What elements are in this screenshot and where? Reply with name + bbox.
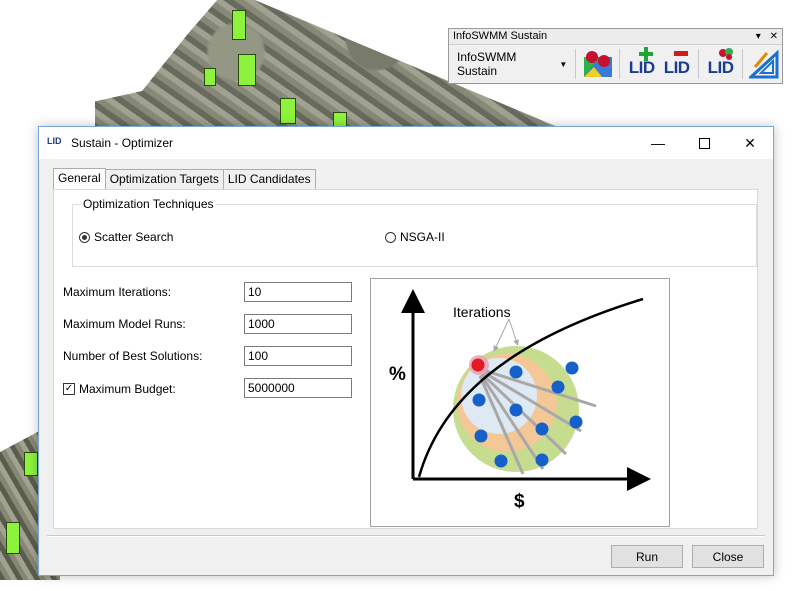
iterations-label: Iterations (453, 304, 511, 320)
max-iterations-label: Maximum Iterations: (63, 285, 172, 299)
minus-icon (674, 51, 689, 56)
dialog-titlebar[interactable]: LID Sustain - Optimizer — ✕ (39, 127, 773, 159)
toolbar-separator (619, 49, 621, 79)
remove-lid-button[interactable]: LID (659, 47, 694, 81)
dialog-title: Sustain - Optimizer (71, 136, 174, 150)
radio-indicator (79, 231, 90, 243)
iterations-pointer (493, 318, 510, 352)
max-model-runs-label: Maximum Model Runs: (63, 317, 186, 331)
general-tab-panel: Optimization Techniques Scatter Search N… (53, 189, 758, 529)
tab-optimization-targets[interactable]: Optimization Targets (104, 169, 224, 189)
chevron-down-icon: ▼ (559, 59, 568, 69)
pareto-illustration-svg: Iterations % $ (389, 289, 651, 512)
max-budget-label: Maximum Budget: (79, 382, 176, 396)
lid-app-icon: LID (47, 136, 62, 146)
plus-icon (639, 47, 654, 61)
lid-pins-icon (719, 48, 734, 60)
close-button[interactable]: Close (692, 545, 764, 568)
building-marker (280, 98, 296, 124)
remove-lid-label: LID (663, 58, 690, 77)
radio-label: NSGA-II (400, 230, 445, 244)
building-marker (238, 54, 256, 86)
max-budget-checkbox-row: ✓ Maximum Budget: (63, 382, 176, 396)
optimizer-dialog: LID Sustain - Optimizer — ✕ General Opti… (38, 126, 774, 576)
scatter-search-radio[interactable]: Scatter Search (79, 230, 173, 244)
tab-lid-candidates[interactable]: LID Candidates (222, 169, 316, 189)
radio-label: Scatter Search (94, 230, 174, 244)
map-pin-tool-button[interactable] (580, 47, 615, 81)
lid-optimizer-button[interactable]: LID (703, 47, 738, 81)
building-marker (6, 522, 20, 554)
close-window-button[interactable]: ✕ (727, 127, 773, 159)
maximize-icon (698, 137, 710, 149)
toolbar-window-controls: ▾ ✕ (756, 29, 778, 44)
best-solution-point (471, 358, 485, 372)
optimization-illustration: Iterations % $ (370, 278, 670, 527)
num-best-solutions-input[interactable]: 100 (244, 346, 352, 366)
toolbar-title: InfoSWMM Sustain (453, 30, 548, 42)
optimization-techniques-group: Optimization Techniques Scatter Search N… (72, 197, 757, 267)
toolbar-separator (742, 49, 744, 79)
add-lid-label: LID (628, 58, 655, 77)
nsga-ii-radio[interactable]: NSGA-II (385, 230, 445, 244)
run-button[interactable]: Run (611, 545, 683, 568)
maximize-button[interactable] (681, 127, 727, 159)
toolbar-menu-icon[interactable]: ▾ (756, 31, 761, 42)
infoswmm-sustain-toolbar: InfoSWMM Sustain ▾ ✕ InfoSWMM Sustain ▼ … (448, 28, 783, 84)
max-iterations-input[interactable]: 10 (244, 282, 352, 302)
tab-general[interactable]: General (53, 168, 106, 190)
map-pins-icon (583, 51, 612, 77)
minimize-button[interactable]: — (635, 127, 681, 159)
add-lid-button[interactable]: LID (624, 47, 659, 81)
dialog-footer-separator (47, 535, 765, 537)
max-budget-checkbox[interactable]: ✓ (63, 383, 75, 395)
close-icon: ✕ (744, 134, 756, 151)
toolbar-dropdown[interactable]: InfoSWMM Sustain ▼ (453, 50, 571, 78)
minimize-icon: — (651, 135, 665, 151)
building-marker (232, 10, 246, 40)
building-marker (24, 452, 38, 476)
tab-strip: General Optimization Targets LID Candida… (53, 168, 316, 190)
toolbar-title-bar[interactable]: InfoSWMM Sustain ▾ ✕ (449, 29, 782, 45)
toolbar-buttons: InfoSWMM Sustain ▼ LID LID LID (453, 47, 782, 81)
x-axis-label: $ (514, 491, 525, 512)
num-best-solutions-label: Number of Best Solutions: (63, 349, 203, 363)
iterations-pointer (508, 318, 519, 346)
toolbar-separator (575, 49, 577, 79)
group-legend: Optimization Techniques (81, 197, 216, 211)
toolbar-close-icon[interactable]: ✕ (770, 31, 778, 42)
toolbar-separator (698, 49, 700, 79)
max-model-runs-input[interactable]: 1000 (244, 314, 352, 334)
max-budget-input[interactable]: 5000000 (244, 378, 352, 398)
lid-optimizer-label: LID (707, 58, 734, 77)
design-tool-button[interactable] (747, 47, 782, 81)
building-marker (204, 68, 216, 86)
y-axis-label: % (389, 364, 406, 385)
radio-indicator (385, 231, 396, 243)
toolbar-dropdown-label: InfoSWMM Sustain (457, 50, 517, 78)
triangle-ruler-icon (749, 49, 779, 79)
